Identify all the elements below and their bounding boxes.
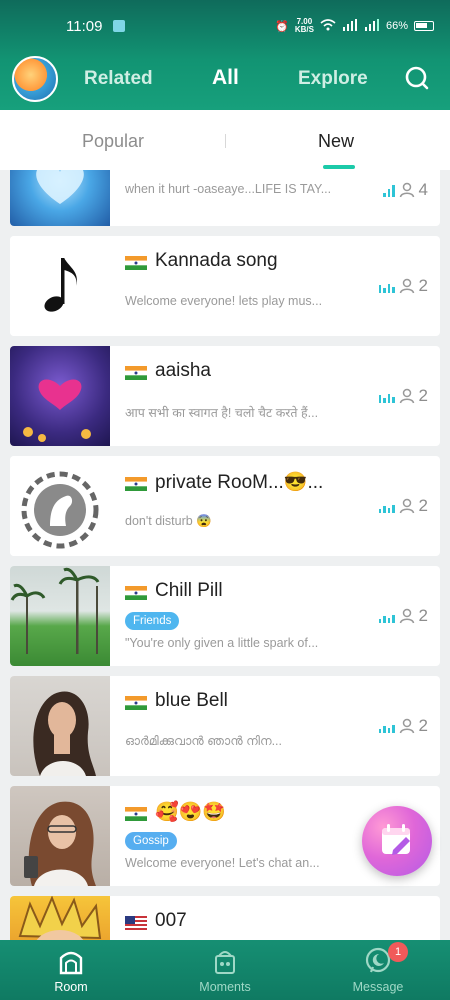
audio-level-icon xyxy=(378,280,395,293)
room-tag: Friends xyxy=(125,612,180,630)
room-members: 2 xyxy=(378,496,428,516)
horse-emblem-icon xyxy=(21,471,99,549)
room-description: आप सभी का स्वागत है! चलो चैट करते हैं... xyxy=(125,406,319,420)
top-header: 11:09 ⏰ 7.00 KB/S 66% Related All Explor… xyxy=(0,0,450,110)
room-thumbnail xyxy=(10,676,110,776)
member-count: 4 xyxy=(418,180,428,199)
tab-popular[interactable]: Popular xyxy=(82,131,144,152)
india-flag-icon xyxy=(125,475,147,491)
room-icon xyxy=(59,951,83,975)
user-icon xyxy=(399,498,414,514)
bottom-nav-moments[interactable]: Moments xyxy=(180,946,270,994)
india-flag-icon xyxy=(125,694,147,710)
search-icon[interactable] xyxy=(402,64,432,94)
india-flag-icon xyxy=(125,805,147,821)
moments-icon xyxy=(215,951,235,974)
tab-new[interactable]: New xyxy=(318,131,354,152)
room-description: when it hurt -oaseaye...LIFE IS TAY... xyxy=(125,182,332,196)
usa-flag-icon xyxy=(125,914,147,930)
room-description: Welcome everyone! Let's chat an... xyxy=(125,856,320,870)
user-icon xyxy=(399,388,414,404)
create-room-button[interactable] xyxy=(362,806,432,876)
status-time: 11:09 xyxy=(66,18,103,35)
room-card[interactable]: aaisha आप सभी का स्वागत है! चलो चैट करते… xyxy=(10,346,440,446)
room-thumbnail xyxy=(10,896,110,940)
room-description: ഓർമിക്കുവാൻ ഞാൻ നിന... xyxy=(125,734,282,748)
room-title: blue Bell xyxy=(125,690,228,712)
bottom-nav-room[interactable]: Room xyxy=(26,946,116,994)
battery-icon xyxy=(414,21,434,31)
audio-level-icon xyxy=(378,610,395,623)
net-speed: 7.00 KB/S xyxy=(294,17,314,34)
user-icon xyxy=(399,278,414,294)
room-card[interactable]: Kannada song Welcome everyone! lets play… xyxy=(10,236,440,336)
bottom-nav: Room Moments Message xyxy=(0,940,450,1000)
room-members: 2 xyxy=(378,276,428,296)
room-thumbnail xyxy=(10,566,110,666)
nav-tab-explore[interactable]: Explore xyxy=(298,68,368,90)
room-card[interactable]: private RooM...😎... don't disturb 😨 2 xyxy=(10,456,440,556)
india-flag-icon xyxy=(125,364,147,380)
alarm-icon: ⏰ xyxy=(275,20,289,33)
room-description: don't disturb 😨 xyxy=(125,514,212,528)
audio-level-icon xyxy=(378,720,395,733)
user-avatar[interactable] xyxy=(12,56,58,102)
room-title: Chill Pill xyxy=(125,580,223,602)
room-members: 2 xyxy=(378,716,428,736)
audio-level-icon xyxy=(378,500,395,513)
room-thumbnail xyxy=(10,456,110,556)
calendar-edit-icon xyxy=(382,824,410,855)
room-thumbnail xyxy=(10,346,110,446)
nav-tab-all[interactable]: All xyxy=(212,66,239,90)
room-title: 🥰😍🤩 xyxy=(125,800,226,824)
india-flag-icon xyxy=(125,584,147,600)
member-count: 2 xyxy=(418,496,428,515)
member-count: 2 xyxy=(418,276,428,295)
room-description: Welcome everyone! lets play mus... xyxy=(125,294,323,308)
room-members: 2 xyxy=(378,386,428,406)
member-count: 2 xyxy=(418,606,428,625)
message-badge: 1 xyxy=(388,942,408,962)
room-title: aaisha xyxy=(125,360,211,382)
app-notification-icon xyxy=(113,20,125,32)
member-count: 2 xyxy=(418,386,428,405)
room-thumbnail xyxy=(10,170,110,226)
india-flag-icon xyxy=(125,254,147,270)
room-title: private RooM...😎... xyxy=(125,470,323,494)
room-members: 4 xyxy=(383,180,428,200)
user-icon xyxy=(399,182,414,198)
member-count: 2 xyxy=(418,716,428,735)
room-tag: Gossip xyxy=(125,832,177,850)
room-thumbnail xyxy=(10,786,110,886)
sub-tabs: Popular New xyxy=(0,110,450,170)
music-note-icon xyxy=(44,258,77,312)
active-tab-indicator xyxy=(323,165,355,169)
tab-divider xyxy=(225,134,226,148)
nav-tab-related[interactable]: Related xyxy=(84,68,153,90)
room-thumbnail xyxy=(10,236,110,336)
audio-level-icon xyxy=(378,390,395,403)
signal-icon-2 xyxy=(364,18,380,34)
user-icon xyxy=(399,718,414,734)
audio-level-icon xyxy=(383,184,395,197)
room-card[interactable]: when it hurt -oaseaye...LIFE IS TAY... 4 xyxy=(10,170,440,226)
user-icon xyxy=(399,608,414,624)
room-title: 007 xyxy=(125,910,187,932)
room-card[interactable]: 007 xyxy=(10,896,440,940)
bottom-nav-message[interactable]: Message xyxy=(333,946,423,994)
signal-icon xyxy=(342,18,358,34)
wifi-icon xyxy=(320,18,336,34)
room-description: "You're only given a little spark of... xyxy=(125,636,319,650)
battery-text: 66% xyxy=(385,20,408,32)
status-icons: ⏰ 7.00 KB/S 66% xyxy=(275,18,434,34)
room-title: Kannada song xyxy=(125,250,278,272)
room-card[interactable]: blue Bell ഓർമിക്കുവാൻ ഞാൻ നിന... 2 xyxy=(10,676,440,776)
room-card[interactable]: Chill Pill Friends "You're only given a … xyxy=(10,566,440,666)
status-bar: 11:09 ⏰ 7.00 KB/S 66% xyxy=(0,0,450,48)
room-members: 2 xyxy=(378,606,428,626)
